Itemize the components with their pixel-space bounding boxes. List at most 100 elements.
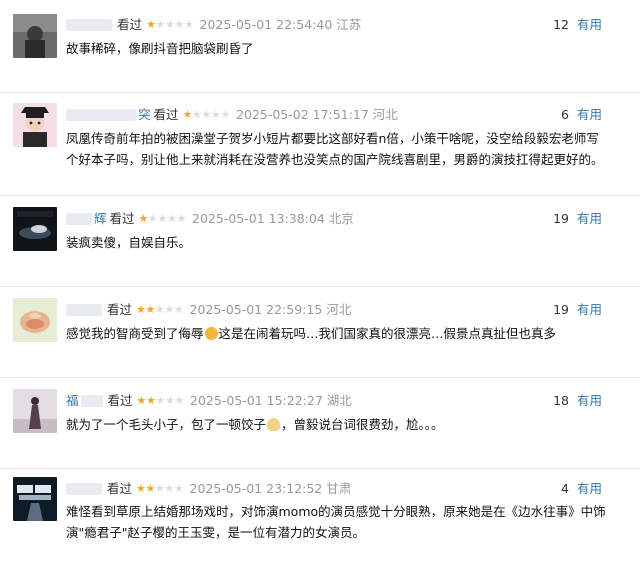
comment-time: 2025-05-01 13:38:04 bbox=[192, 211, 325, 226]
vote-count: 19 bbox=[553, 302, 569, 317]
avatar[interactable] bbox=[13, 207, 57, 251]
comment-time: 2025-05-01 15:22:27 bbox=[190, 393, 323, 408]
comment-location: 河北 bbox=[372, 107, 398, 122]
avatar[interactable] bbox=[13, 298, 57, 342]
star-icon: ★ bbox=[201, 108, 212, 121]
comment-item: 福 看过 ★ ★ ★ ★ ★ 2025-05-01 15:22:27 湖北 18… bbox=[0, 378, 640, 469]
username-tail[interactable]: 突 bbox=[138, 106, 151, 124]
comment-time: 2025-05-01 22:54:40 bbox=[199, 17, 333, 32]
star-icon: ★ bbox=[148, 212, 158, 225]
vote-count: 18 bbox=[553, 393, 569, 408]
vote-count: 12 bbox=[553, 17, 569, 32]
rating-stars: ★ ★ ★ ★ ★ bbox=[136, 301, 184, 319]
useful-button[interactable]: 有用 bbox=[577, 211, 602, 226]
comment-text: 故事稀碎，像刷抖音把脑袋刷昏了 bbox=[66, 41, 254, 56]
comment-meta: 突 看过 ★ ★ ★ ★ ★ 2025-05-02 17:51:17 河北 bbox=[66, 106, 398, 124]
watched-label: 看过 bbox=[109, 211, 135, 226]
vote-area: 4 有用 bbox=[561, 480, 602, 498]
useful-button[interactable]: 有用 bbox=[577, 17, 602, 32]
vote-count: 4 bbox=[561, 481, 569, 496]
star-icon: ★ bbox=[164, 482, 175, 495]
rating-stars: ★ ★ ★ ★ ★ bbox=[183, 106, 231, 124]
star-icon: ★ bbox=[157, 212, 168, 225]
star-icon: ★ bbox=[146, 394, 156, 407]
username-masked[interactable] bbox=[66, 213, 92, 225]
comment-meta: 福 看过 ★ ★ ★ ★ ★ 2025-05-01 15:22:27 湖北 bbox=[66, 392, 352, 410]
comment-item: 看过 ★ ★ ★ ★ ★ 2025-05-01 23:12:52 甘肃 4 有用… bbox=[0, 469, 640, 562]
comment-text: 凤凰传奇前年拍的被困澡堂子贺岁小短片都要比这部好看n倍，小策干啥呢，没空给段毅宏… bbox=[66, 131, 604, 167]
star-icon: ★ bbox=[192, 108, 202, 121]
star-icon: ★ bbox=[174, 394, 185, 407]
comment-text: 装疯卖傻，自娱自乐。 bbox=[66, 235, 192, 250]
comment-text-part: 这是在闹着玩吗…我们国家真的很漂亮…假景点真扯但也真多 bbox=[218, 326, 557, 341]
avatar[interactable] bbox=[13, 14, 57, 58]
useful-button[interactable]: 有用 bbox=[577, 107, 602, 122]
comment-location: 北京 bbox=[328, 211, 354, 226]
comment-text: 感觉我的智商受到了侮辱 这是在闹着玩吗…我们国家真的很漂亮…假景点真扯但也真多 bbox=[66, 323, 606, 344]
username-tail[interactable]: 辉 bbox=[94, 210, 107, 228]
star-icon: ★ bbox=[146, 18, 156, 31]
star-icon: ★ bbox=[174, 18, 185, 31]
star-icon: ★ bbox=[165, 394, 175, 407]
comment-location: 江苏 bbox=[336, 17, 362, 32]
vote-area: 12 有用 bbox=[553, 16, 602, 34]
comment-text-part: ，曾毅说台词很费劲，尬。。。 bbox=[281, 417, 444, 432]
vote-area: 19 有用 bbox=[553, 301, 602, 319]
star-icon: ★ bbox=[220, 108, 231, 121]
comment-item: 看过 ★ ★ ★ ★ ★ 2025-05-01 22:59:15 河北 19 有… bbox=[0, 287, 640, 378]
comment-meta: 看过 ★ ★ ★ ★ ★ 2025-05-01 22:54:40 江苏 bbox=[66, 16, 361, 34]
comment-text-part: 感觉我的智商受到了侮辱 bbox=[66, 326, 204, 341]
star-icon: ★ bbox=[211, 108, 221, 121]
star-icon: ★ bbox=[184, 18, 194, 31]
vote-count: 19 bbox=[553, 211, 569, 226]
username-masked[interactable] bbox=[66, 109, 136, 121]
comment-item: 辉 看过 ★ ★ ★ ★ ★ 2025-05-01 13:38:04 北京 19… bbox=[0, 196, 640, 287]
watched-label: 看过 bbox=[117, 17, 143, 32]
rating-stars: ★ ★ ★ ★ ★ bbox=[139, 210, 187, 228]
watched-label: 看过 bbox=[107, 302, 133, 317]
username-masked[interactable] bbox=[66, 19, 112, 31]
username-masked[interactable] bbox=[80, 395, 103, 407]
watched-label: 看过 bbox=[153, 107, 179, 122]
star-icon: ★ bbox=[167, 212, 177, 225]
vote-area: 18 有用 bbox=[553, 392, 602, 410]
star-icon: ★ bbox=[182, 108, 193, 121]
avatar[interactable] bbox=[13, 389, 57, 433]
star-icon: ★ bbox=[155, 18, 166, 31]
star-icon: ★ bbox=[174, 482, 184, 495]
comment-text-part: 就为了一个毛头小子，包了一顿饺子 bbox=[66, 417, 267, 432]
avatar[interactable] bbox=[13, 477, 57, 521]
comment-time: 2025-05-01 22:59:15 bbox=[189, 302, 323, 317]
star-icon: ★ bbox=[145, 303, 156, 316]
vote-area: 19 有用 bbox=[553, 210, 602, 228]
username-masked[interactable] bbox=[66, 304, 102, 316]
comment-location: 湖北 bbox=[326, 393, 352, 408]
star-icon: ★ bbox=[138, 212, 149, 225]
vote-count: 6 bbox=[561, 107, 569, 122]
username-masked[interactable] bbox=[66, 483, 102, 495]
useful-button[interactable]: 有用 bbox=[577, 393, 602, 408]
useful-button[interactable]: 有用 bbox=[577, 302, 602, 317]
star-icon: ★ bbox=[155, 303, 165, 316]
star-icon: ★ bbox=[165, 18, 175, 31]
username-head[interactable]: 福 bbox=[66, 392, 79, 410]
comment-time: 2025-05-02 17:51:17 bbox=[236, 107, 369, 122]
comment-meta: 辉 看过 ★ ★ ★ ★ ★ 2025-05-01 13:38:04 北京 bbox=[66, 210, 354, 228]
star-icon: ★ bbox=[136, 482, 146, 495]
comment-item: 突 看过 ★ ★ ★ ★ ★ 2025-05-02 17:51:17 河北 6 … bbox=[0, 93, 640, 196]
comment-meta: 看过 ★ ★ ★ ★ ★ 2025-05-01 23:12:52 甘肃 bbox=[66, 480, 351, 498]
star-icon: ★ bbox=[164, 303, 175, 316]
star-icon: ★ bbox=[155, 394, 166, 407]
avatar[interactable] bbox=[13, 103, 57, 147]
star-icon: ★ bbox=[176, 212, 187, 225]
star-icon: ★ bbox=[136, 303, 146, 316]
comment-item: 看过 ★ ★ ★ ★ ★ 2025-05-01 22:54:40 江苏 12 有… bbox=[0, 0, 640, 93]
watched-label: 看过 bbox=[107, 481, 133, 496]
useful-button[interactable]: 有用 bbox=[577, 481, 602, 496]
star-icon: ★ bbox=[136, 394, 147, 407]
grin-emoji-icon bbox=[204, 327, 218, 340]
watched-label: 看过 bbox=[107, 393, 133, 408]
dumpling-emoji-icon bbox=[267, 418, 281, 431]
rating-stars: ★ ★ ★ ★ ★ bbox=[136, 480, 184, 498]
star-icon: ★ bbox=[174, 303, 184, 316]
